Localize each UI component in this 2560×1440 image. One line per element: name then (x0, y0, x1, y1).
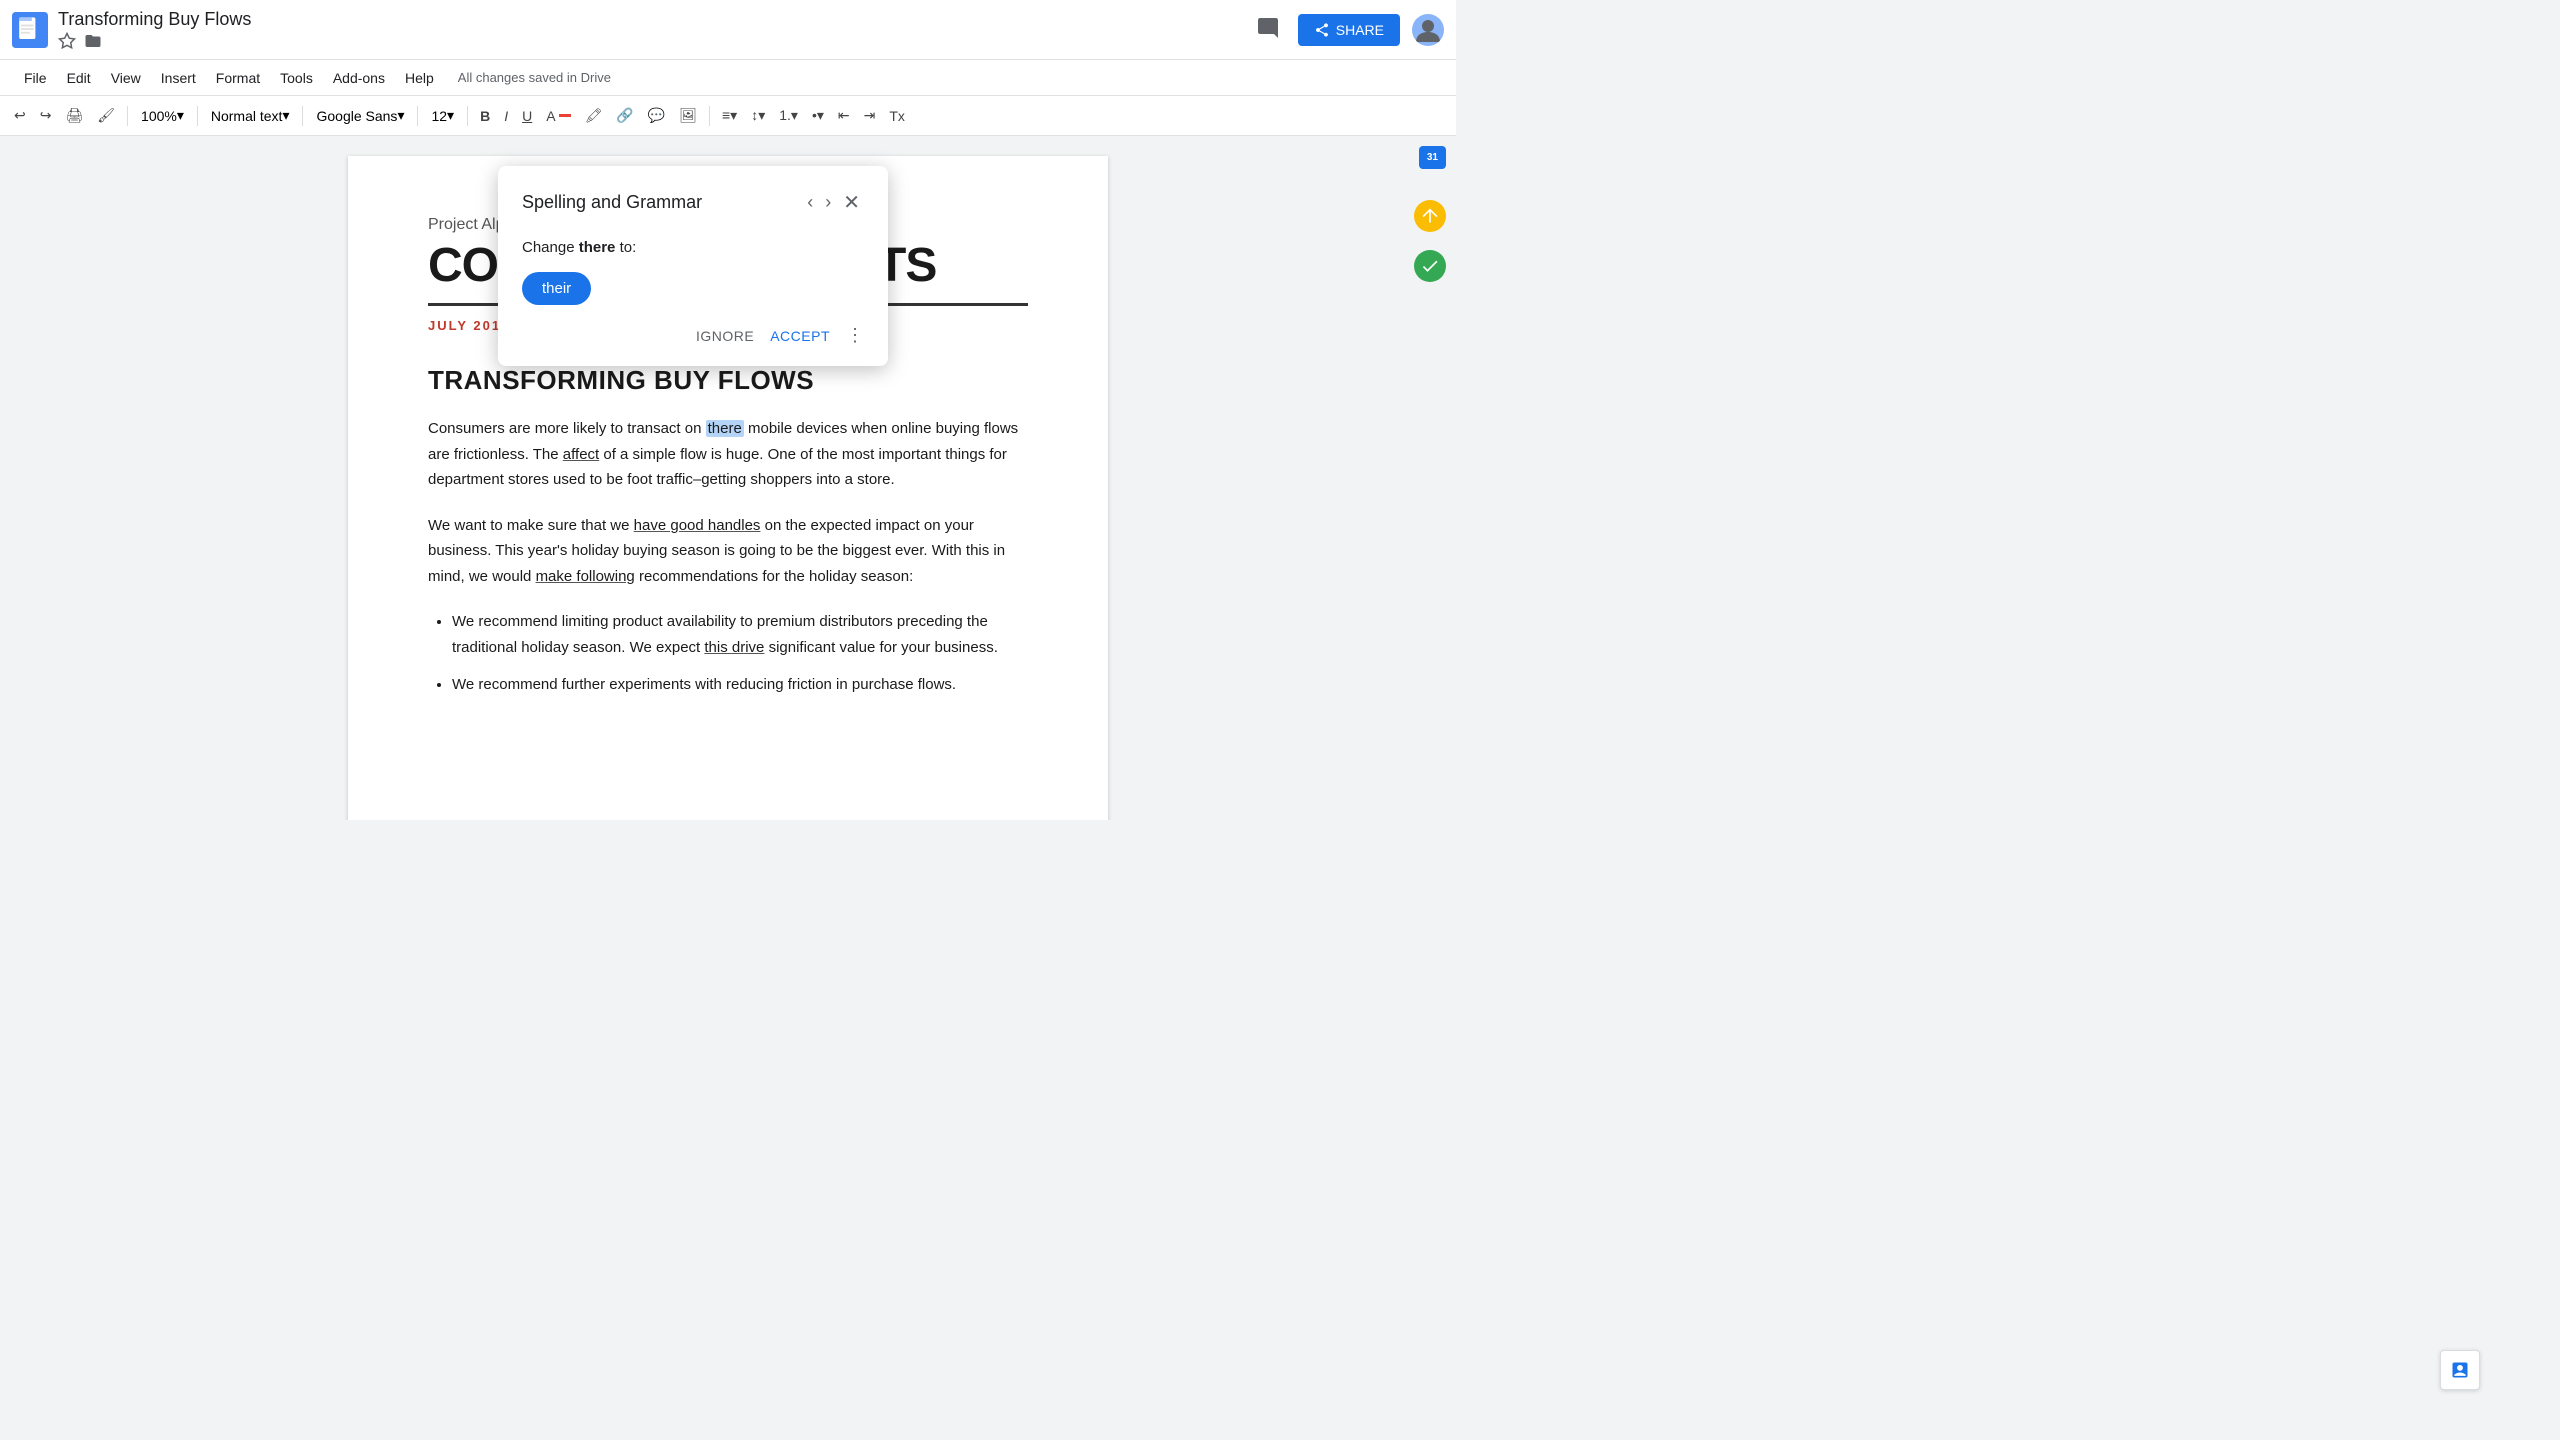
have-good-handles: have good handles (634, 517, 761, 534)
bullet-list-button[interactable]: •▾ (806, 103, 830, 128)
paragraph-2: We want to make sure that we have good h… (428, 513, 1028, 590)
text-color-button[interactable]: A (540, 104, 576, 128)
fontsize-selector[interactable]: 12 ▾ (424, 104, 461, 127)
spelling-header: Spelling and Grammar ‹ › ✕ (522, 186, 864, 219)
font-value: Google Sans (316, 108, 397, 124)
italic-button[interactable]: I (498, 104, 514, 128)
menu-file[interactable]: File (16, 66, 55, 90)
spelling-actions: IGNORE ACCEPT ⋮ (522, 325, 864, 346)
doc-title: Transforming Buy Flows (58, 9, 1240, 30)
bold-button[interactable]: B (474, 104, 496, 128)
fontsize-value: 12 (431, 108, 447, 124)
spelling-change-label: Change there to: (522, 239, 864, 256)
comment-button[interactable] (1250, 10, 1286, 49)
print-button[interactable]: 🖨 (59, 103, 89, 128)
style-value: Normal text (211, 108, 283, 124)
make-following: make following (536, 568, 635, 585)
style-arrow: ▾ (282, 107, 289, 124)
menu-insert[interactable]: Insert (153, 66, 204, 90)
share-label: SHARE (1336, 22, 1384, 38)
bullet-list: We recommend limiting product availabili… (428, 609, 1028, 698)
menu-edit[interactable]: Edit (59, 66, 99, 90)
menu-addons[interactable]: Add-ons (325, 66, 393, 90)
highlight-button[interactable]: 🖍 (579, 103, 609, 128)
clear-format-button[interactable]: Tx (883, 104, 911, 128)
spelling-close-button[interactable]: ✕ (839, 186, 864, 219)
google-docs-icon (12, 12, 48, 48)
doc-section-title: TRANSFORMING BUY FLOWS (428, 365, 1028, 396)
this-drive: this drive (704, 639, 764, 656)
ignore-button[interactable]: IGNORE (696, 328, 754, 344)
top-right-controls: SHARE (1250, 10, 1444, 49)
align-button[interactable]: ≡▾ (716, 103, 743, 128)
zoom-arrow: ▾ (177, 107, 184, 124)
paint-format-button[interactable]: 🖌 (91, 103, 121, 128)
spelling-panel-title: Spelling and Grammar (522, 192, 702, 213)
spelling-nav: ‹ › ✕ (803, 186, 864, 219)
highlighted-there: there (706, 420, 744, 437)
fontsize-arrow: ▾ (447, 107, 454, 124)
divider-5 (467, 106, 468, 126)
user-avatar[interactable] (1412, 14, 1444, 46)
affect-word: affect (563, 446, 599, 463)
divider-2 (197, 106, 198, 126)
document-page: Spelling and Grammar ‹ › ✕ Change there … (348, 156, 1108, 820)
line-spacing-button[interactable]: ↕▾ (745, 103, 771, 128)
menu-bar: File Edit View Insert Format Tools Add-o… (0, 60, 1456, 96)
bullet-item-2: We recommend further experiments with re… (452, 672, 1028, 698)
suggestion-chip[interactable]: their (522, 272, 591, 305)
magic-button[interactable] (2440, 1350, 2480, 1390)
undo-button[interactable]: ↩ (8, 103, 32, 128)
menu-view[interactable]: View (103, 66, 149, 90)
accept-button[interactable]: ACCEPT (770, 328, 830, 344)
spelling-prev-button[interactable]: ‹ (803, 188, 817, 217)
top-bar: Transforming Buy Flows SHARE (0, 0, 1456, 60)
title-area: Transforming Buy Flows (58, 9, 1240, 50)
image-button[interactable]: 🖼 (673, 103, 703, 128)
left-margin (0, 136, 215, 820)
redo-button[interactable]: ↪ (34, 103, 58, 128)
paragraph-1: Consumers are more likely to transact on… (428, 416, 1028, 493)
indent-more-button[interactable]: ⇥ (858, 103, 882, 128)
tasks-icon[interactable] (1414, 250, 1446, 282)
menu-help[interactable]: Help (397, 66, 442, 90)
right-margin: 31 (1241, 136, 1456, 820)
numbered-list-button[interactable]: 1.▾ (773, 103, 804, 128)
indent-less-button[interactable]: ⇤ (832, 103, 856, 128)
underline-button[interactable]: U (516, 104, 538, 128)
font-arrow: ▾ (397, 107, 404, 124)
link-button[interactable]: 🔗 (610, 103, 639, 128)
comment-toolbar-button[interactable]: 💬 (642, 103, 671, 128)
main-layout: Spelling and Grammar ‹ › ✕ Change there … (0, 136, 1456, 820)
bullet-item-1: We recommend limiting product availabili… (452, 609, 1028, 660)
document-area[interactable]: Spelling and Grammar ‹ › ✕ Change there … (215, 136, 1241, 820)
style-selector[interactable]: Normal text ▾ (204, 104, 297, 127)
font-selector[interactable]: Google Sans ▾ (309, 104, 411, 127)
keep-icon[interactable] (1414, 200, 1446, 232)
divider-6 (709, 106, 710, 126)
share-button[interactable]: SHARE (1298, 14, 1400, 46)
saved-status: All changes saved in Drive (458, 70, 611, 85)
calendar-icon[interactable]: 31 (1419, 146, 1446, 169)
folder-icon[interactable] (84, 32, 102, 50)
divider-3 (302, 106, 303, 126)
toolbar: ↩ ↪ 🖨 🖌 100% ▾ Normal text ▾ Google Sans… (0, 96, 1456, 136)
more-options-button[interactable]: ⋮ (846, 325, 864, 346)
title-icons-row (58, 32, 1240, 50)
spelling-panel: Spelling and Grammar ‹ › ✕ Change there … (498, 166, 888, 366)
divider-1 (127, 106, 128, 126)
menu-tools[interactable]: Tools (272, 66, 321, 90)
star-icon[interactable] (58, 32, 76, 50)
spelling-next-button[interactable]: › (821, 188, 835, 217)
zoom-value: 100% (141, 108, 177, 124)
zoom-selector[interactable]: 100% ▾ (134, 104, 191, 127)
divider-4 (417, 106, 418, 126)
menu-format[interactable]: Format (208, 66, 268, 90)
